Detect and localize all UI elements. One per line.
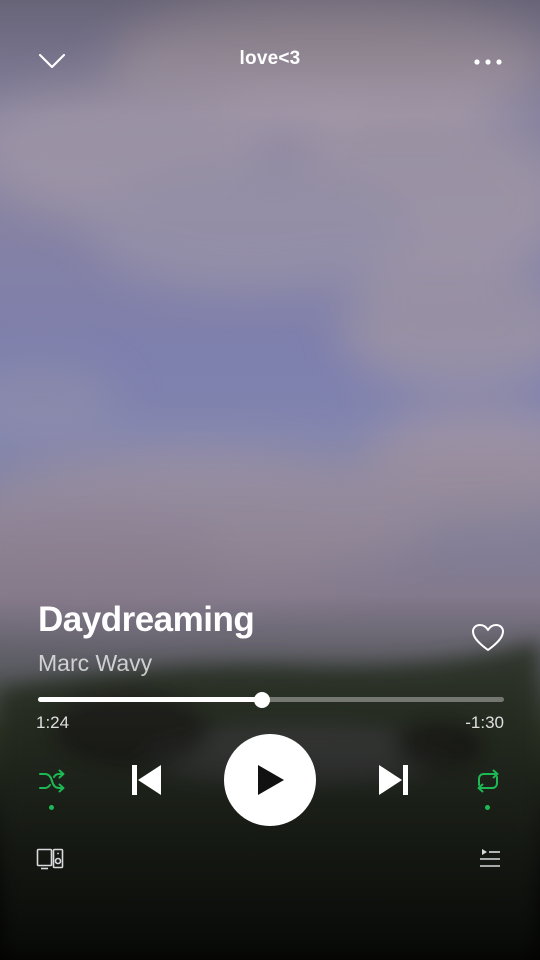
track-title[interactable]: Daydreaming [38,600,255,640]
play-button[interactable] [224,734,316,826]
connect-devices-icon [36,848,64,870]
now-playing-screen: love<3 Daydreaming Marc Wavy 1:24 -1:30 [0,0,540,960]
more-horizontal-icon [474,59,502,65]
repeat-icon [477,769,499,793]
play-icon [258,765,284,795]
shuffle-icon [39,769,65,793]
next-track-button[interactable] [372,760,416,800]
connect-devices-button[interactable] [30,842,70,876]
progress-fill [38,697,262,702]
chevron-down-icon [38,53,66,69]
repeat-button[interactable] [466,762,510,800]
skip-next-icon [379,765,408,795]
queue-icon [480,849,500,867]
elapsed-time: 1:24 [36,713,70,732]
progress-bar[interactable] [38,691,504,708]
remaining-time: -1:30 [465,713,504,732]
collapse-button[interactable] [30,44,74,78]
previous-track-button[interactable] [124,760,168,800]
queue-button[interactable] [470,842,510,876]
shuffle-active-indicator [49,805,54,810]
progress-handle[interactable] [253,691,270,708]
shuffle-button[interactable] [30,762,74,800]
skip-previous-icon [132,765,161,795]
heart-outline-icon [472,624,504,651]
more-options-button[interactable] [466,48,510,76]
playlist-context-title: love<3 [239,48,301,69]
top-bar: love<3 [0,0,540,120]
like-button[interactable] [466,618,510,658]
track-artist[interactable]: Marc Wavy [38,650,152,677]
repeat-active-indicator [485,805,490,810]
